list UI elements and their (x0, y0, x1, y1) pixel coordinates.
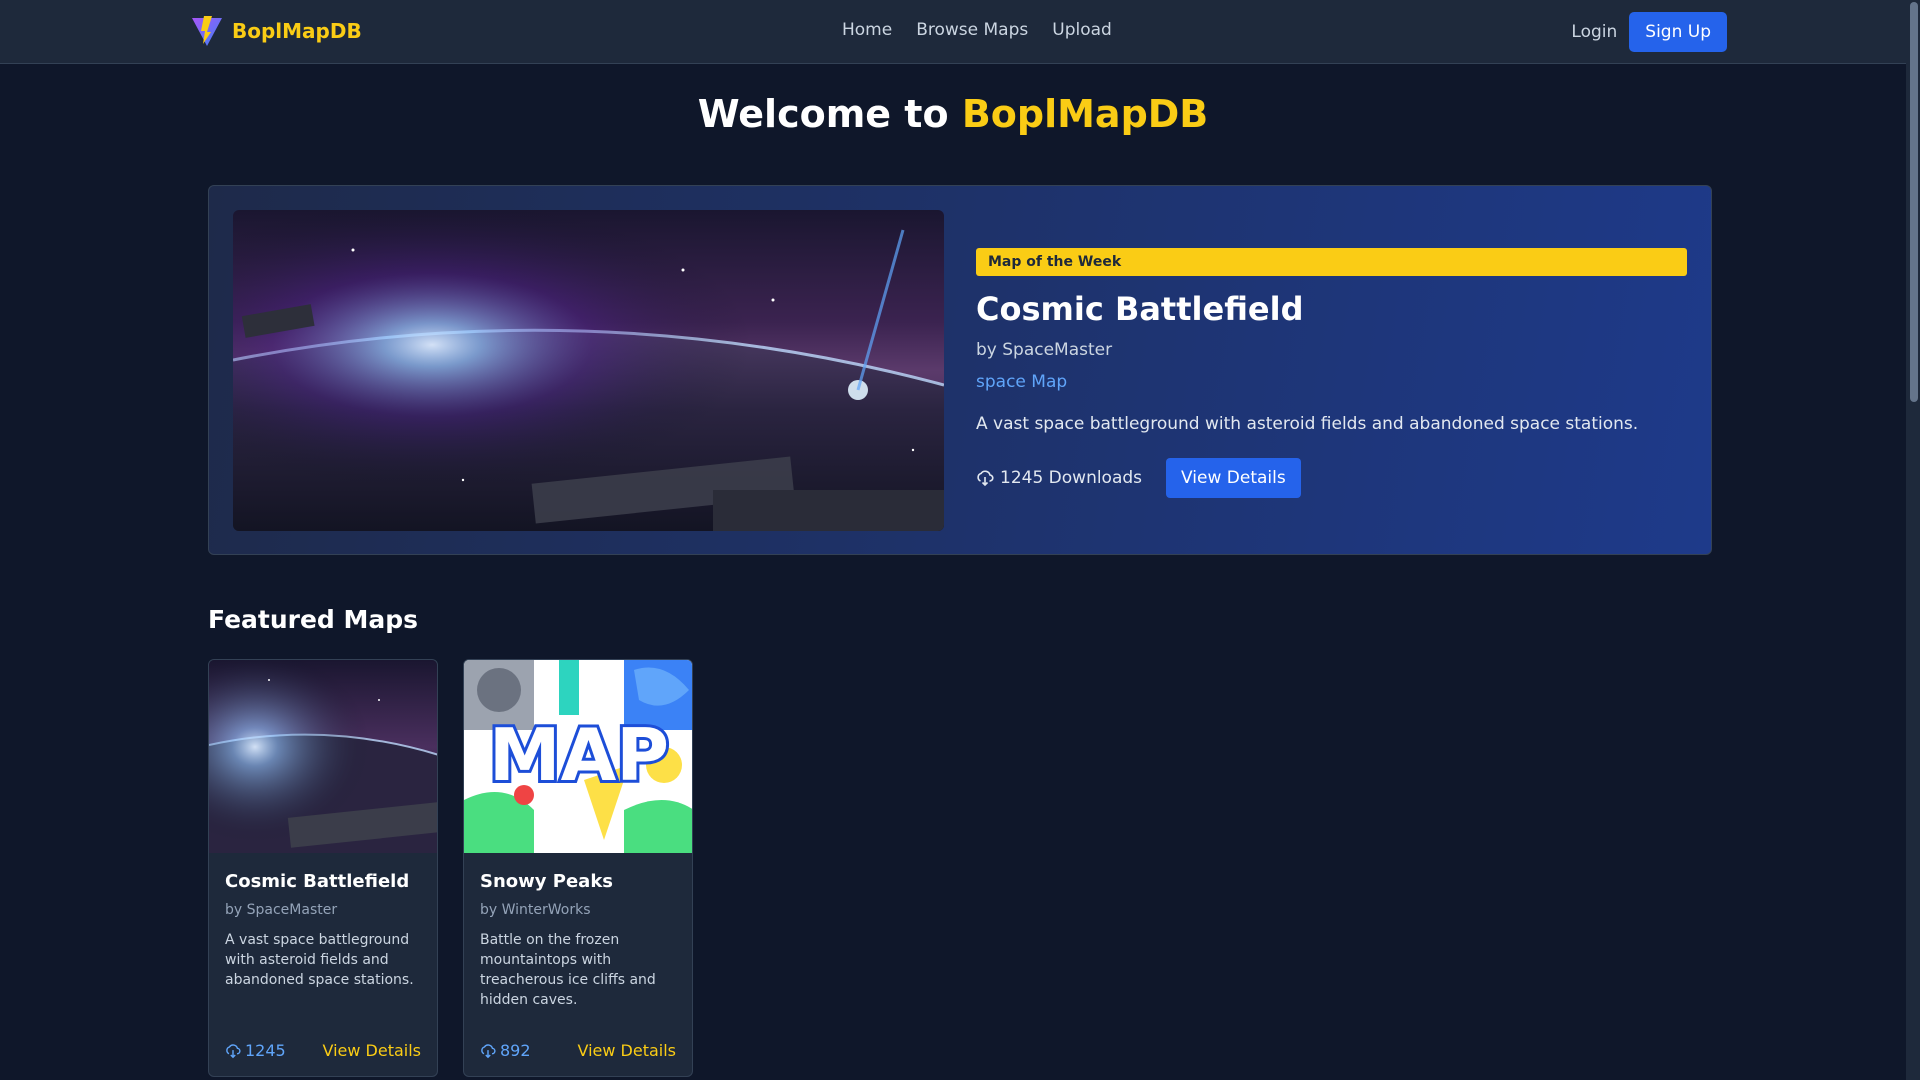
map-of-the-week-category[interactable]: space Map (976, 372, 1687, 392)
map-of-the-week-description: A vast space battleground with asteroid … (976, 414, 1639, 434)
nav-browse-maps[interactable]: Browse Maps (916, 20, 1028, 40)
map-card-image (209, 660, 437, 853)
map-of-the-week-image (233, 210, 944, 531)
map-card-author: by SpaceMaster (225, 902, 338, 918)
page-scrollbar[interactable] (1906, 0, 1920, 1080)
map-of-the-week-actions: 1245 Downloads View Details (976, 458, 1687, 498)
map-of-the-week-badge: Map of the Week (976, 248, 1687, 276)
nav-upload[interactable]: Upload (1052, 20, 1112, 40)
map-card[interactable]: MAP Snowy Peaks by WinterWorks Battle on… (463, 659, 693, 1077)
brand-logo-icon (192, 16, 222, 46)
signup-button[interactable]: Sign Up (1629, 12, 1727, 52)
page-title-accent: BoplMapDB (961, 92, 1209, 136)
map-card-footer: 892 View Details (480, 1041, 676, 1060)
map-of-the-week-info: Map of the Week Cosmic Battlefield by Sp… (976, 248, 1687, 498)
featured-maps-heading: Featured Maps (208, 605, 419, 634)
space-scene-image (233, 210, 944, 531)
download-icon (226, 1043, 241, 1058)
map-card-downloads-count: 892 (500, 1041, 531, 1060)
map-card-description: Battle on the frozen mountaintops with t… (480, 932, 656, 1008)
main-nav: Home Browse Maps Upload (842, 20, 1112, 40)
map-of-the-week-title: Cosmic Battlefield (976, 290, 1304, 328)
cartoon-map-thumbnail-image: MAP (464, 660, 692, 853)
map-card-description: A vast space battleground with asteroid … (225, 932, 414, 988)
top-navbar: BoplMapDB Home Browse Maps Upload Login … (0, 0, 1920, 64)
map-of-the-week-author: by SpaceMaster (976, 340, 1113, 360)
map-card-downloads-count: 1245 (245, 1041, 286, 1060)
map-of-the-week-downloads: 1245 Downloads (976, 468, 1142, 488)
map-card-downloads: 892 (480, 1041, 531, 1060)
login-link[interactable]: Login (1571, 22, 1617, 42)
space-thumbnail-image (209, 660, 437, 853)
view-details-button[interactable]: View Details (1166, 458, 1301, 498)
download-icon (481, 1043, 496, 1058)
map-card-author: by WinterWorks (480, 902, 591, 918)
download-icon (977, 470, 994, 487)
map-card-image: MAP (464, 660, 692, 853)
auth-actions: Login Sign Up (1571, 12, 1727, 52)
map-of-the-week-panel: Map of the Week Cosmic Battlefield by Sp… (208, 185, 1712, 555)
brand-link[interactable]: BoplMapDB (190, 14, 362, 48)
map-card[interactable]: Cosmic Battlefield by SpaceMaster A vast… (208, 659, 438, 1077)
map-card-title: Cosmic Battlefield (225, 871, 410, 892)
brand-name: BoplMapDB (232, 19, 362, 43)
nav-home[interactable]: Home (842, 20, 892, 40)
map-card-body: Cosmic Battlefield by SpaceMaster A vast… (209, 853, 437, 1030)
map-card-title: Snowy Peaks (480, 871, 614, 892)
map-card-view-details-link[interactable]: View Details (577, 1041, 676, 1060)
map-of-the-week-downloads-text: 1245 Downloads (1000, 468, 1143, 488)
map-card-body: Snowy Peaks by WinterWorks Battle on the… (464, 853, 692, 1030)
map-card-view-details-link[interactable]: View Details (322, 1041, 421, 1060)
map-image-lettering: MAP (489, 713, 669, 797)
map-card-footer: 1245 View Details (225, 1041, 421, 1060)
page-title-prefix: Welcome to (697, 92, 962, 136)
map-card-downloads: 1245 (225, 1041, 286, 1060)
scrollbar-thumb[interactable] (1910, 2, 1918, 402)
page-title: Welcome to BoplMapDB (0, 92, 1906, 136)
